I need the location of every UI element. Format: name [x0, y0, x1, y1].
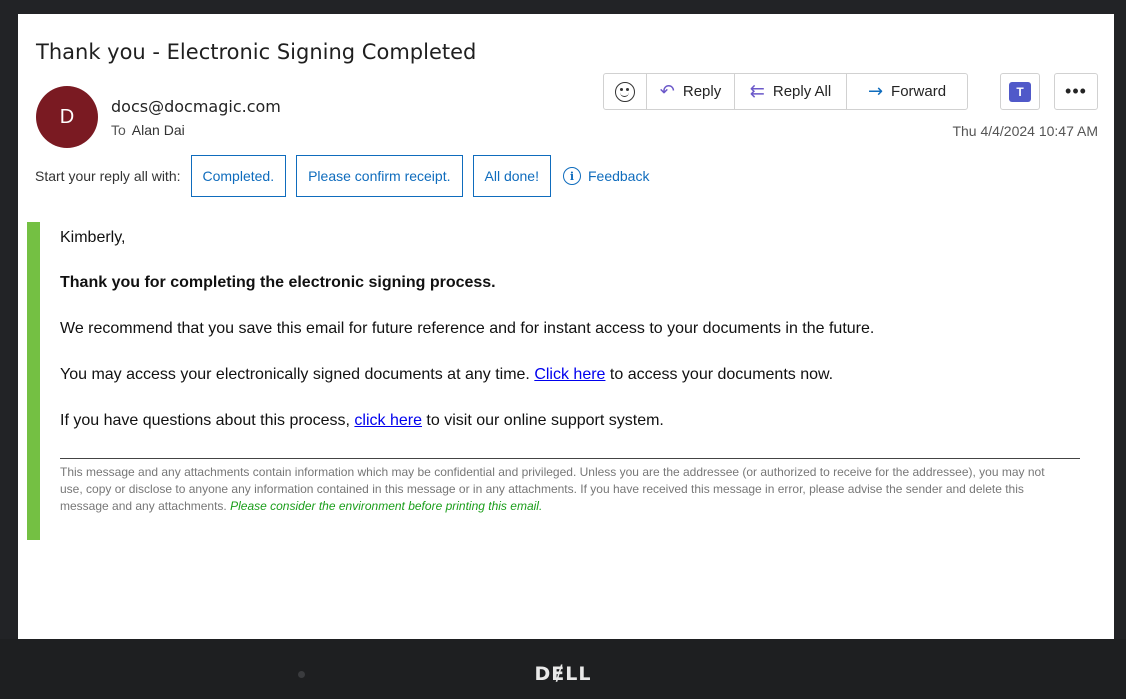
feedback-link[interactable]: i Feedback: [562, 167, 650, 185]
access-documents-link[interactable]: Click here: [534, 366, 605, 383]
recipient-line: To Alan Dai: [111, 122, 185, 138]
sensor-dot: [298, 671, 305, 678]
suggested-replies-label: Start your reply all with:: [35, 168, 181, 184]
received-timestamp: Thu 4/4/2024 10:47 AM: [952, 123, 1098, 139]
reply-all-icon: ⇇: [749, 81, 765, 102]
suggested-replies: Start your reply all with: Completed. Pl…: [35, 155, 649, 197]
monitor-bezel-top: [0, 0, 1126, 14]
teams-icon: T: [1009, 81, 1031, 102]
feedback-label: Feedback: [587, 168, 650, 184]
reply-all-label: Reply All: [772, 83, 832, 100]
forward-button[interactable]: → Forward: [847, 74, 967, 109]
message-actions: ↶ Reply ⇇ Reply All → Forward: [603, 73, 968, 110]
message-accent-bar: [27, 222, 40, 540]
reply-icon: ↶: [659, 81, 675, 102]
teams-button[interactable]: T: [1000, 73, 1040, 110]
body-text: If you have questions about this process…: [60, 412, 355, 429]
headline-text: Thank you for completing the electronic …: [60, 274, 496, 291]
reply-button[interactable]: ↶ Reply: [647, 74, 735, 109]
more-icon: •••: [1065, 81, 1087, 101]
confidentiality-disclaimer: This message and any attachments contain…: [60, 464, 1060, 515]
suggested-reply-chip[interactable]: Please confirm receipt.: [296, 155, 463, 197]
forward-label: Forward: [891, 83, 947, 100]
suggested-reply-chip[interactable]: Completed.: [190, 155, 287, 197]
avatar-initial: D: [59, 105, 75, 128]
more-actions-button[interactable]: •••: [1054, 73, 1098, 110]
body-text: to visit our online support system.: [421, 412, 664, 429]
sender-address[interactable]: docs@docmagic.com: [111, 97, 281, 116]
body-paragraph: We recommend that you save this email fo…: [60, 320, 875, 337]
body-text: to access your documents now.: [605, 366, 834, 383]
suggested-reply-chip[interactable]: All done!: [472, 155, 551, 197]
email-reading-pane: Thank you - Electronic Signing Completed…: [18, 14, 1114, 639]
dell-logo: DɆLL: [534, 663, 592, 685]
greeting: Kimberly,: [60, 229, 126, 246]
signature-divider: [60, 458, 1080, 459]
body-paragraph: If you have questions about this process…: [60, 412, 664, 430]
reply-label: Reply: [682, 83, 722, 100]
smiley-icon: [615, 81, 635, 102]
react-button[interactable]: [604, 74, 647, 109]
email-subject: Thank you - Electronic Signing Completed: [36, 40, 477, 64]
monitor-bezel-left: [0, 0, 18, 699]
to-label: To: [111, 122, 126, 138]
monitor-bezel-right: [1114, 0, 1126, 699]
reply-all-button[interactable]: ⇇ Reply All: [735, 74, 847, 109]
recipient-name[interactable]: Alan Dai: [132, 122, 185, 138]
sender-avatar[interactable]: D: [36, 86, 98, 148]
body-paragraph: You may access your electronically signe…: [60, 366, 833, 384]
body-text: You may access your electronically signe…: [60, 366, 535, 383]
support-link[interactable]: click here: [354, 412, 422, 429]
disclaimer-text: This message and any attachments contain…: [60, 465, 1045, 513]
environment-note: Please consider the environment before p…: [230, 499, 543, 513]
forward-icon: →: [867, 81, 884, 102]
info-icon: i: [562, 167, 581, 185]
